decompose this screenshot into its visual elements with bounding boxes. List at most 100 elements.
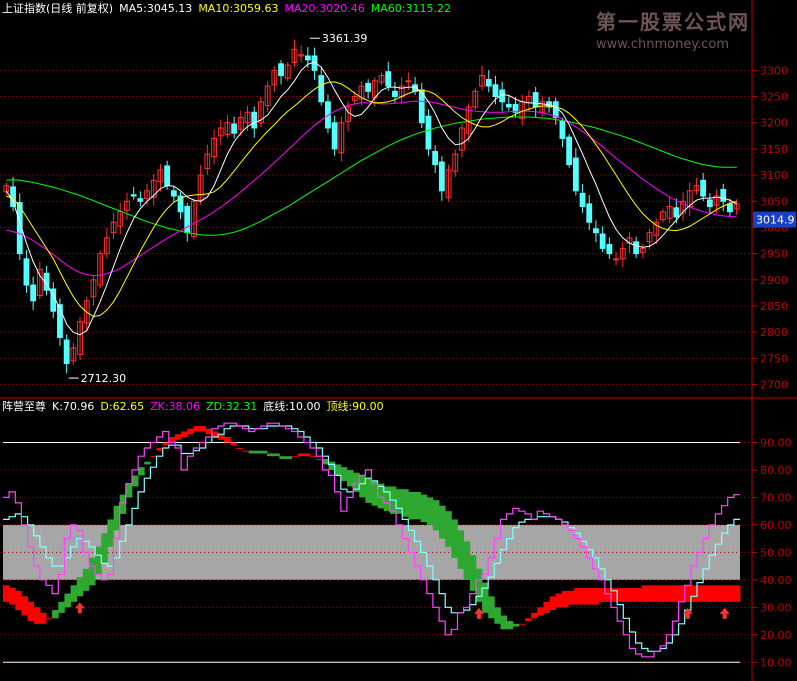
zk-zd-bar [21, 596, 28, 616]
index-title: 上证指数(日线 前复权) [2, 2, 114, 15]
zk-zd-bar [27, 601, 35, 622]
candle-body [613, 258, 619, 261]
zk-zd-bar [82, 568, 90, 591]
d-value: D:62.65 [100, 400, 145, 413]
zk-zd-bar [131, 475, 139, 487]
buy-arrow-icon [719, 607, 730, 619]
zk-zd-bar [666, 585, 673, 602]
candle-body [278, 63, 284, 77]
zk-zd-bar [561, 590, 569, 608]
ma20-line [6, 100, 737, 277]
candle-body [251, 111, 258, 129]
indicator-tick-label: 10.00 [760, 656, 792, 669]
candle-body [23, 258, 30, 286]
candle-body [700, 179, 707, 197]
indicator-tick-label: 80.00 [760, 464, 792, 477]
candle-body [405, 80, 412, 83]
zk-zd-bar [703, 585, 710, 602]
zk-zd-bar [617, 588, 624, 602]
zk-zd-bar [254, 450, 262, 454]
indicator-header: 阵营至尊 K:70.96 D:62.65 ZK:38.06 ZD:32.31 底线:10.… [2, 400, 390, 414]
zk-zd-bar [138, 467, 145, 476]
candle-body [566, 136, 573, 166]
zk-zd-bar [101, 533, 108, 564]
zk-zd-bar [273, 453, 280, 457]
zk-zd-bar [3, 585, 10, 602]
zk-zd-bar [420, 494, 428, 523]
candle-body [130, 194, 137, 197]
price-tick-label: 3250 [760, 91, 788, 104]
zk-zd-bar [52, 610, 59, 619]
candle-body [365, 82, 372, 92]
zk-zd-bar [402, 489, 409, 517]
annotation-label: 3361.39 [322, 32, 368, 45]
zk-zd-bar [426, 497, 434, 525]
candle-body [385, 71, 392, 87]
candle-body [485, 79, 492, 87]
zk-zd-bar [592, 588, 600, 605]
zk-zd-bar [267, 453, 274, 457]
zk-zd-bar [39, 612, 47, 624]
annotation-label: 2712.30 [81, 372, 127, 385]
zk-zd-bar [260, 450, 268, 454]
ma5-line [5, 61, 737, 336]
indicator-tick-label: 50.00 [760, 546, 792, 559]
candle-body [599, 233, 606, 249]
indicator-tick-label: 40.00 [760, 574, 792, 587]
zk-zd-bar [574, 588, 581, 605]
zk-zd-bar [611, 588, 618, 602]
zk-zd-bar [291, 456, 299, 458]
zk-zd-bar [512, 623, 520, 627]
zk-zd-bar [70, 585, 78, 602]
zk-zd-bar [727, 585, 735, 602]
ma5-value: MA5:3045.13 [119, 2, 193, 15]
zk-zd-bar [230, 442, 237, 446]
candle-body [532, 92, 539, 108]
zk-zd-bar [721, 585, 729, 602]
zk-zd-bar [181, 431, 188, 437]
candle-body [184, 206, 191, 234]
watermark-url: www.chnmoney.com [596, 37, 730, 52]
zk-zd-bar [95, 546, 102, 575]
zk-zd-bar [144, 461, 151, 465]
candle-body [633, 241, 640, 255]
candle-body [318, 75, 325, 103]
price-tick-label: 3200 [760, 117, 788, 130]
zk-zd-bar [494, 607, 501, 624]
candle-body [304, 55, 311, 61]
zk-zd-bar [334, 464, 342, 476]
top-line-value: 顶线:90.00 [326, 400, 384, 413]
indicator-tick-label: 90.00 [760, 436, 792, 449]
zk-zd-bar [549, 596, 557, 611]
candle-body [579, 192, 586, 208]
watermark-title: 第一股票公式网 [596, 10, 750, 34]
zk-zd-bar [463, 541, 471, 580]
zk-zd-bar [555, 593, 563, 608]
zk-zd-bar [518, 623, 526, 625]
price-tick-label: 2850 [760, 300, 788, 313]
zk-zd-bar [684, 585, 692, 602]
zk-zd-bar [647, 585, 655, 602]
ma20-value: MA20:3020.46 [284, 2, 365, 15]
zk-zd-bar [568, 590, 575, 605]
zk-zd-bar [439, 505, 446, 539]
price-tick-label: 3050 [760, 195, 788, 208]
candle-body [727, 203, 733, 213]
ma10-value: MA10:3059.63 [198, 2, 279, 15]
zk-zd-bar [432, 500, 440, 531]
candle-body [586, 203, 593, 223]
candle-body [559, 120, 566, 139]
candle-body [170, 190, 177, 197]
zk-zd-bar [697, 585, 704, 602]
candle-body [392, 90, 398, 98]
zk-zd-bar [303, 453, 311, 457]
candle-body [63, 339, 70, 365]
zk-zd-bar [33, 607, 41, 624]
price-tick-label: 2750 [760, 352, 788, 365]
price-tick-label: 2700 [760, 379, 788, 392]
candle-body [492, 84, 499, 98]
zk-zd-bar [715, 585, 722, 602]
candle-body [137, 198, 144, 202]
candle-body [593, 228, 599, 234]
zk-zd-bar [9, 588, 16, 605]
